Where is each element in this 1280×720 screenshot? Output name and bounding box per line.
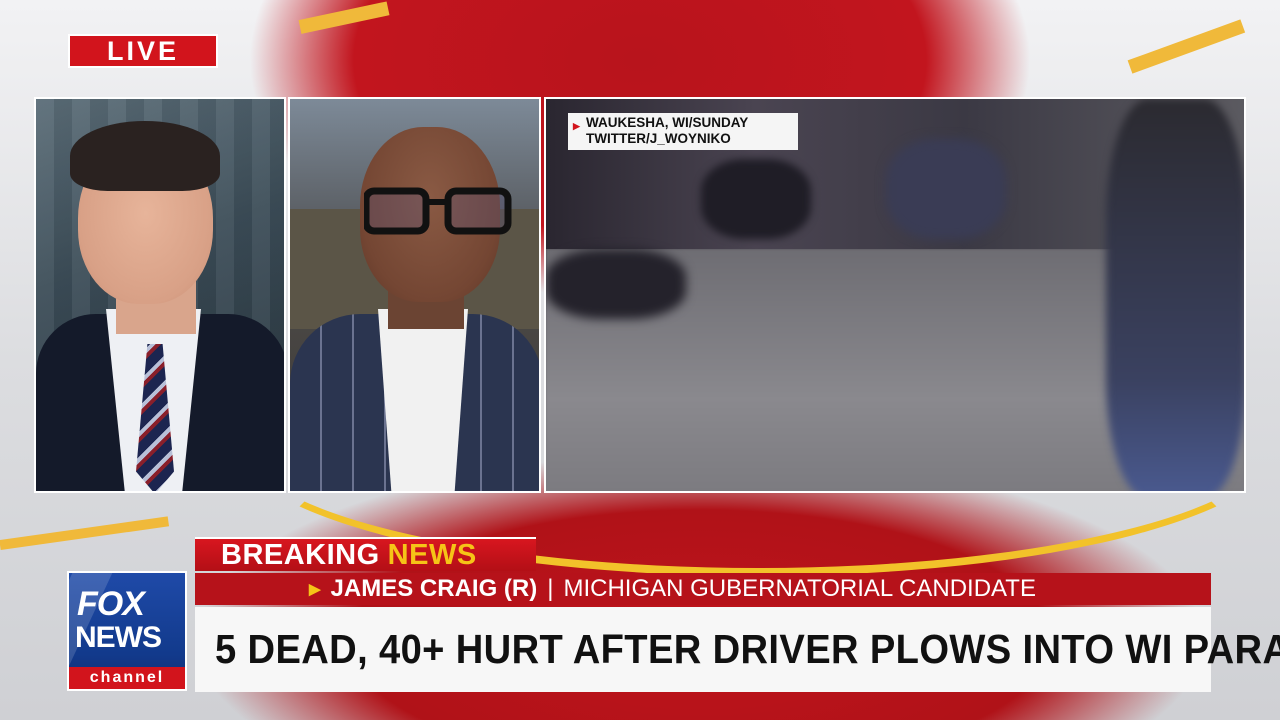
caret-right-icon: ▶ xyxy=(573,121,580,131)
headline-bar: 5 DEAD, 40+ HURT AFTER DRIVER PLOWS INTO… xyxy=(195,607,1280,692)
blurred-figure xyxy=(1106,99,1244,491)
blurred-figure xyxy=(886,139,1006,239)
fox-news-logo: FOX NEWS channel xyxy=(67,571,187,691)
live-badge: LIVE xyxy=(68,34,218,68)
logo-news-text: NEWS xyxy=(75,621,162,654)
blurred-figure xyxy=(701,159,811,239)
logo-channel-text: channel xyxy=(69,667,185,689)
source-line: TWITTER/J_WOYNIKO xyxy=(586,131,731,146)
footage-video-panel xyxy=(544,97,1246,493)
guest-nameplate: ▶ JAMES CRAIG (R) | MICHIGAN GUBERNATORI… xyxy=(195,573,1211,605)
news-label: NEWS xyxy=(387,538,477,571)
nameplate-separator: | xyxy=(547,575,554,602)
location-line: WAUKESHA, WI/SUNDAY xyxy=(586,115,749,130)
anchor-video-panel xyxy=(34,97,286,493)
breaking-news-banner: BREAKING NEWS xyxy=(195,537,536,571)
guest-video-panel xyxy=(288,97,541,493)
anchor-hair xyxy=(70,121,220,191)
glasses-icon xyxy=(362,187,514,235)
headline-text: 5 DEAD, 40+ HURT AFTER DRIVER PLOWS INTO… xyxy=(215,626,1280,672)
blurred-figure xyxy=(546,249,686,319)
play-arrow-icon: ▶ xyxy=(309,581,321,598)
guest-title: MICHIGAN GUBERNATORIAL CANDIDATE xyxy=(563,575,1036,602)
logo-fox-text: FOX xyxy=(77,585,145,623)
breaking-label: BREAKING xyxy=(221,538,380,571)
video-location-tag: ▶ WAUKESHA, WI/SUNDAY TWITTER/J_WOYNIKO xyxy=(568,113,798,150)
guest-shirt xyxy=(378,309,468,491)
guest-name: JAMES CRAIG (R) xyxy=(330,575,538,602)
